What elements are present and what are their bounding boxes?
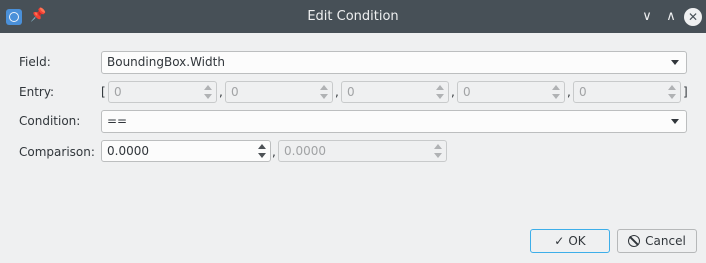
comparison-separator: , xyxy=(272,145,276,159)
title-bar: 📌 Edit Condition ∨ ∧ ✕ xyxy=(0,0,706,33)
comparison-value: 0.0000 xyxy=(107,144,149,158)
entry-value-2: 0 xyxy=(231,85,239,99)
ok-label: OK xyxy=(568,234,586,248)
entry-spinbox-2[interactable]: 0 xyxy=(225,81,333,103)
condition-combobox[interactable]: == xyxy=(101,110,687,133)
entry-label: Entry: xyxy=(19,85,55,99)
entry-close-bracket: ] xyxy=(683,85,688,99)
entry-value-4: 0 xyxy=(463,85,471,99)
chevron-down-icon xyxy=(671,119,679,124)
chevron-down-icon xyxy=(671,60,679,65)
entry-spinbox-5[interactable]: 0 xyxy=(573,81,681,103)
spin-arrows-icon[interactable] xyxy=(434,143,443,159)
spin-arrows-icon[interactable] xyxy=(320,84,329,100)
ok-button[interactable]: ✓ OK xyxy=(530,229,610,253)
field-value: BoundingBox.Width xyxy=(107,55,225,69)
cancel-icon xyxy=(628,235,641,247)
comparison-spinbox-2[interactable]: 0.0000 xyxy=(278,140,447,162)
comparison-label: Comparison: xyxy=(19,145,95,159)
entry-spinbox-1[interactable]: 0 xyxy=(108,81,217,103)
entry-open-bracket: [ xyxy=(101,85,106,99)
spin-arrows-icon[interactable] xyxy=(258,143,267,159)
entry-value-5: 0 xyxy=(579,85,587,99)
entry-spinbox-3[interactable]: 0 xyxy=(341,81,449,103)
field-combobox[interactable]: BoundingBox.Width xyxy=(101,51,687,74)
field-label: Field: xyxy=(19,55,51,69)
chevron-down-icon[interactable]: ∨ xyxy=(638,8,656,26)
entry-separator: , xyxy=(567,85,571,99)
close-icon[interactable]: ✕ xyxy=(684,8,702,26)
condition-value: == xyxy=(107,114,128,128)
spin-arrows-icon[interactable] xyxy=(552,84,561,100)
comparison-value-2: 0.0000 xyxy=(284,144,326,158)
entry-value-3: 0 xyxy=(347,85,355,99)
window-title: Edit Condition xyxy=(307,9,399,24)
spin-arrows-icon[interactable] xyxy=(204,84,213,100)
entry-separator: , xyxy=(451,85,455,99)
entry-separator: , xyxy=(335,85,339,99)
entry-value-1: 0 xyxy=(114,85,122,99)
cancel-label: Cancel xyxy=(645,234,686,248)
condition-label: Condition: xyxy=(19,114,81,128)
entry-spinbox-4[interactable]: 0 xyxy=(457,81,565,103)
spin-arrows-icon[interactable] xyxy=(668,84,677,100)
cancel-button[interactable]: Cancel xyxy=(617,229,697,253)
check-icon: ✓ xyxy=(554,234,565,248)
comparison-spinbox[interactable]: 0.0000 xyxy=(101,140,271,162)
entry-separator: , xyxy=(219,85,223,99)
chevron-up-icon[interactable]: ∧ xyxy=(662,8,680,26)
spin-arrows-icon[interactable] xyxy=(436,84,445,100)
